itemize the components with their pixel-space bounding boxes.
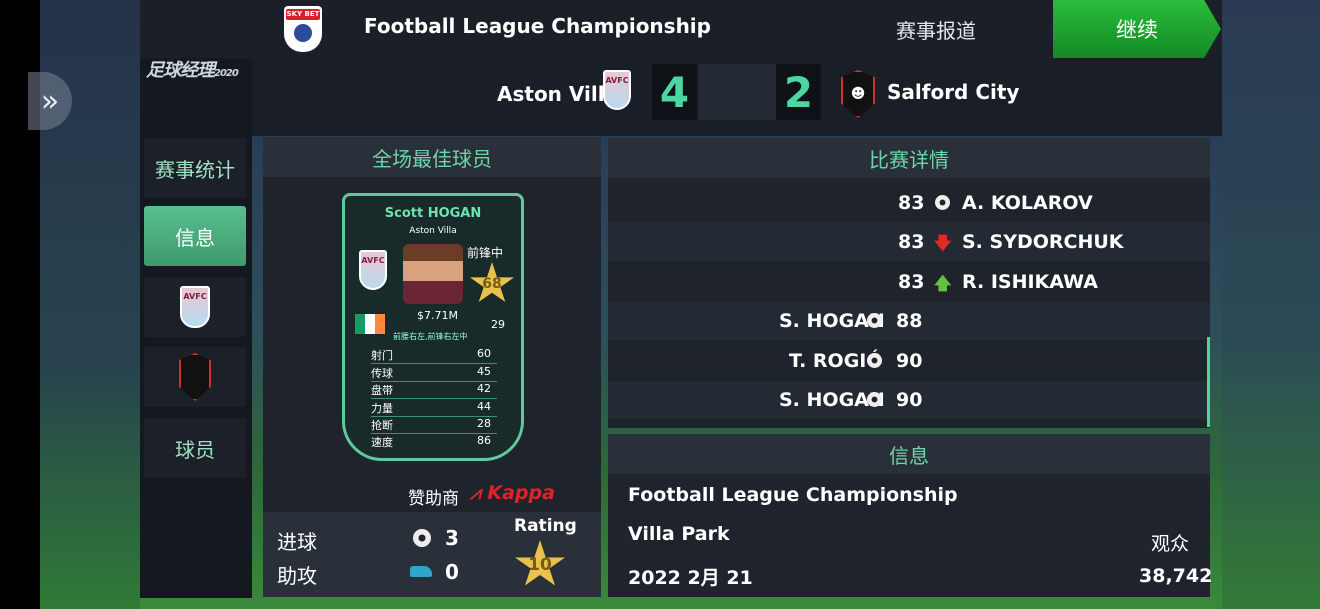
ball-icon bbox=[867, 392, 882, 407]
score-separator bbox=[698, 64, 776, 120]
details-scrollbar[interactable] bbox=[1207, 337, 1210, 427]
info-stadium: Villa Park bbox=[628, 523, 730, 545]
sidebar-item-players[interactable]: 球员 bbox=[144, 418, 246, 478]
stat-row: 射门 60 bbox=[371, 346, 497, 364]
overall-star-icon: 68 bbox=[469, 262, 515, 303]
player-name: Scott HOGAN bbox=[384, 206, 482, 221]
player-age: 29 bbox=[491, 318, 505, 331]
event-row: S. HOGAN 90 bbox=[608, 381, 1210, 419]
rating-value: 10 bbox=[528, 555, 552, 575]
away-team-name: Salford City bbox=[887, 80, 1020, 104]
sponsor-label: 赞助商 bbox=[408, 489, 459, 509]
ball-icon bbox=[413, 529, 431, 547]
sponsor-logo: ⩘ Kappa bbox=[470, 482, 555, 504]
attendance-label: 观众 bbox=[1151, 533, 1190, 555]
ball-icon bbox=[935, 195, 950, 210]
assists-label: 助攻 bbox=[277, 564, 317, 588]
sidebar-item-home-team[interactable]: AVFC bbox=[144, 277, 246, 337]
stat-row: 力量 44 bbox=[371, 399, 497, 417]
match-report-label: 赛事报道 bbox=[896, 19, 976, 43]
goals-value: 3 bbox=[445, 526, 459, 550]
stat-row: 抢断 28 bbox=[371, 416, 497, 434]
rating-label: Rating bbox=[514, 516, 577, 536]
ball-icon bbox=[867, 313, 882, 328]
sidebar-item-match-stats[interactable]: 赛事统计 bbox=[144, 138, 246, 198]
stat-row: 速度 86 bbox=[371, 434, 491, 449]
assists-value: 0 bbox=[445, 560, 459, 584]
home-team-name: Aston Villa bbox=[497, 82, 619, 106]
league-badge-text: SKY BET bbox=[286, 9, 320, 20]
sidebar-item-info[interactable]: 信息 bbox=[144, 206, 246, 266]
player-position: 前锋中 bbox=[467, 246, 504, 260]
player-club: Aston Villa bbox=[409, 226, 457, 236]
info-date: 2022 2月 21 bbox=[628, 567, 753, 589]
aston-villa-crest-icon: AVFC bbox=[603, 70, 631, 110]
info-competition: Football League Championship bbox=[628, 484, 958, 506]
away-score: 2 bbox=[776, 64, 821, 120]
info-title: 信息 bbox=[608, 434, 1210, 474]
ireland-flag-icon bbox=[355, 314, 385, 334]
game-logo: 足球经理2020 bbox=[146, 60, 239, 81]
sub-out-arrow-icon: 🡇 bbox=[934, 234, 952, 254]
ball-icon bbox=[867, 353, 882, 368]
event-row: 83 🡅 R. ISHIKAWA bbox=[608, 263, 1210, 301]
boot-icon bbox=[410, 566, 432, 577]
stat-row: 传球 45 bbox=[371, 364, 497, 382]
player-overall: 68 bbox=[482, 276, 502, 292]
home-score: 4 bbox=[652, 64, 697, 120]
match-details-title: 比赛详情 bbox=[608, 138, 1210, 178]
player-card[interactable]: Scott HOGAN Aston Villa AVFC 前锋中 68 $7.7… bbox=[342, 193, 524, 461]
salford-city-crest-icon bbox=[179, 353, 211, 401]
event-row: 83 A. KOLAROV bbox=[898, 192, 1093, 214]
event-row: T. ROGIĆ 90 bbox=[789, 350, 923, 372]
continue-button[interactable]: 继续 bbox=[1053, 0, 1221, 58]
player-value: $7.71M bbox=[417, 309, 458, 322]
player-roles: 前腰右左,前锋右左中 bbox=[393, 332, 468, 341]
league-logo-icon: SKY BET bbox=[284, 6, 322, 52]
background-stadium-right bbox=[1222, 0, 1320, 609]
stat-row: 盘带 42 bbox=[371, 381, 497, 399]
attendance-value: 38,742 bbox=[1139, 565, 1213, 587]
best-player-title: 全场最佳球员 bbox=[263, 137, 601, 177]
aston-villa-crest-icon: AVFC bbox=[359, 250, 387, 290]
player-photo bbox=[403, 244, 463, 304]
event-row: 83 🡇 S. SYDORCHUK bbox=[608, 223, 1210, 261]
aston-villa-crest-icon: AVFC bbox=[180, 286, 210, 328]
goals-label: 进球 bbox=[277, 530, 317, 554]
event-row: S. HOGAN 88 bbox=[608, 302, 1210, 340]
league-title: Football League Championship bbox=[364, 14, 711, 38]
sidebar-item-away-team[interactable] bbox=[144, 347, 246, 407]
sub-in-arrow-icon: 🡅 bbox=[934, 274, 952, 294]
